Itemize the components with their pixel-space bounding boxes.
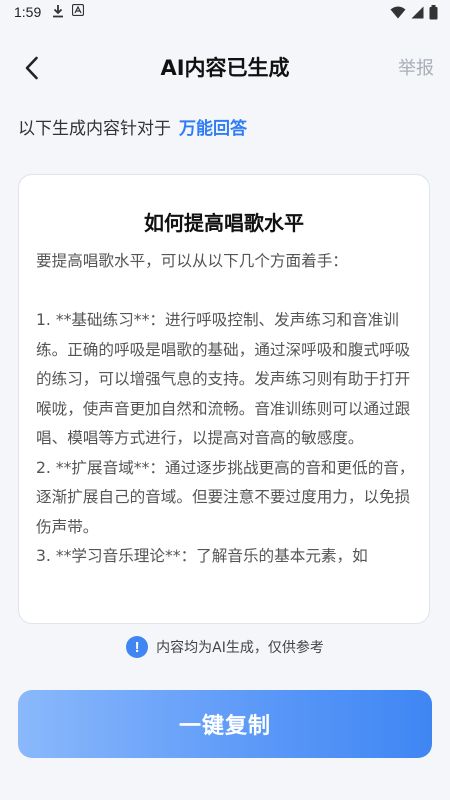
status-indicators: [390, 5, 438, 20]
source-line: 以下生成内容针对于 万能回答: [18, 114, 247, 139]
info-icon: !: [126, 636, 149, 658]
download-icon: [53, 5, 63, 18]
status-time: 1:59: [14, 4, 42, 20]
card-paragraph-2: 2. **扩展音域**：通过逐步挑战更高的音和更低的音，逐渐扩展自己的音域。但要…: [36, 458, 415, 536]
status-bar: 1:59: [0, 0, 450, 26]
card-body: 要提高唱歌水平，可以从以下几个方面着手： 1. **基础练习**：进行呼吸控制、…: [36, 247, 415, 572]
card-paragraph-1: 1. **基础练习**：进行呼吸控制、发声练习和音准训练。正确的呼吸是唱歌的基础…: [36, 311, 411, 447]
wifi-icon: [390, 6, 406, 19]
source-topic[interactable]: 万能回答: [179, 119, 247, 139]
card-title: 如何提高唱歌水平: [144, 211, 304, 235]
card-intro: 要提高唱歌水平，可以从以下几个方面着手：: [36, 252, 348, 270]
card-paragraph-3: 3. **学习音乐理论**：了解音乐的基本元素，如: [36, 547, 368, 565]
ai-notice-text: 内容均为AI生成，仅供参考: [156, 640, 324, 656]
top-bar: AI内容已生成 举报: [0, 38, 450, 94]
ai-notice: ! 内容均为AI生成，仅供参考: [0, 636, 450, 658]
copy-all-button[interactable]: 一键复制: [18, 690, 432, 758]
page-title: AI内容已生成: [160, 56, 290, 80]
signal-icon: [411, 6, 424, 19]
report-button[interactable]: 举报: [398, 54, 434, 80]
app-notification-icon: [72, 4, 84, 16]
battery-icon: [429, 5, 438, 20]
source-prefix: 以下生成内容针对于: [18, 119, 171, 139]
content-card[interactable]: 如何提高唱歌水平 要提高唱歌水平，可以从以下几个方面着手： 1. **基础练习*…: [18, 174, 430, 624]
